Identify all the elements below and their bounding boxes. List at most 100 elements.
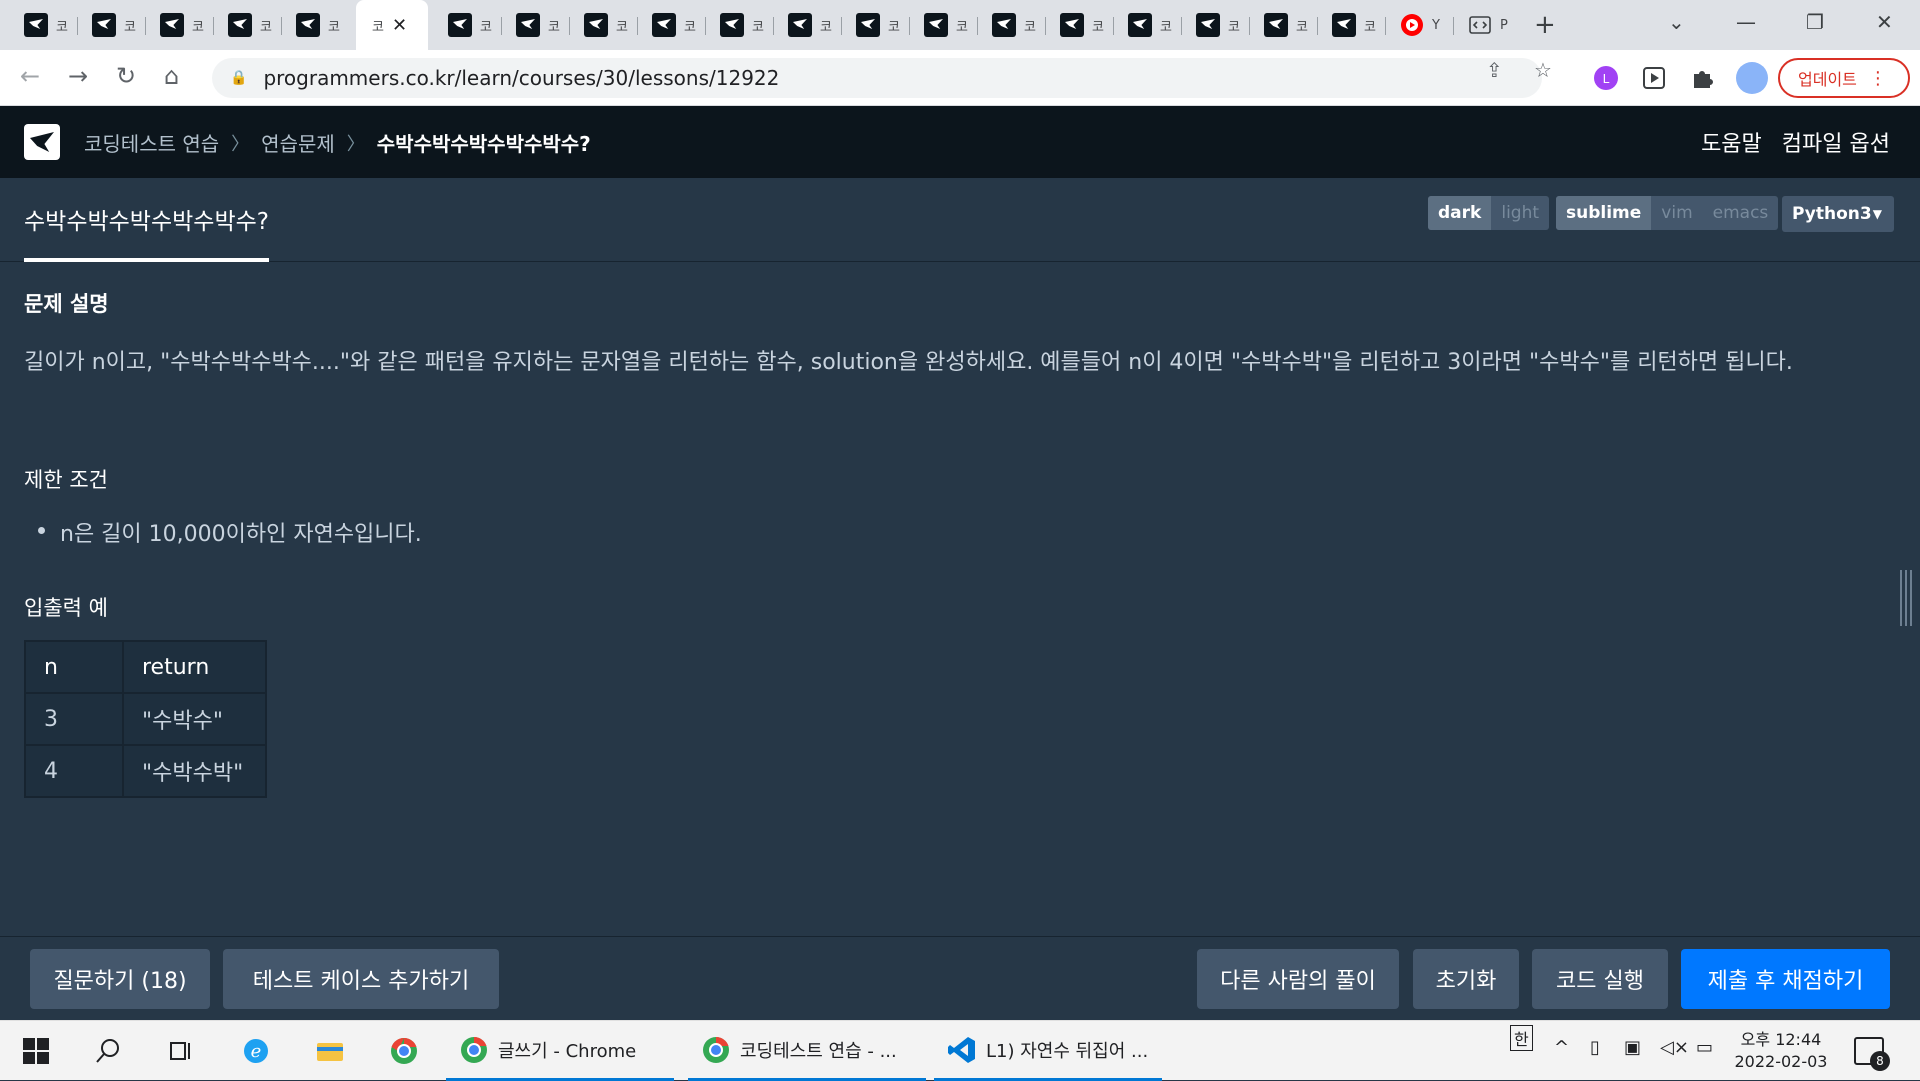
browser-tab-youtube[interactable]: Y	[1386, 8, 1454, 42]
browser-tab[interactable]: 코	[214, 8, 282, 42]
keymap-emacs-option[interactable]: emacs	[1703, 196, 1779, 230]
internet-explorer-icon[interactable]: e	[240, 1035, 272, 1067]
others-solutions-button[interactable]: 다른 사람의 풀이	[1197, 949, 1399, 1009]
media-extension-icon[interactable]	[1640, 64, 1668, 92]
chrome-update-button[interactable]: 업데이트 ⋮	[1778, 58, 1910, 98]
address-bar[interactable]: 🔒 programmers.co.kr/learn/courses/30/les…	[212, 58, 1542, 98]
breadcrumb: 코딩테스트 연습 〉 연습문제 〉 수박수박수박수박수박수?	[84, 128, 591, 157]
ask-question-button[interactable]: 질문하기 (18)	[30, 949, 210, 1009]
tray-network-icon[interactable]: ▣	[1624, 1037, 1641, 1058]
speaker-muted-icon[interactable]: ◁×	[1660, 1037, 1689, 1058]
browser-tab[interactable]: 코	[282, 8, 350, 42]
close-tab-icon[interactable]: ✕	[392, 15, 407, 36]
puzzle-extensions-icon[interactable]	[1688, 64, 1716, 92]
browser-tab[interactable]: 코	[842, 8, 910, 42]
ime-indicator[interactable]: 한	[1510, 1025, 1533, 1051]
restore-window-icon[interactable]: ❐	[1806, 10, 1824, 34]
taskbar-clock[interactable]: 오후 12:44 2022-02-03	[1726, 1029, 1836, 1073]
browser-tab-code[interactable]: P	[1454, 8, 1522, 42]
table-header-row: n return	[24, 640, 267, 694]
tab-search-chevron-icon[interactable]: ⌄	[1668, 10, 1685, 34]
browser-tab[interactable]: 코	[502, 8, 570, 42]
theme-light-option[interactable]: light	[1491, 196, 1549, 230]
table-row: 3 "수박수"	[24, 692, 267, 746]
browser-tab-active[interactable]: 코 ✕	[356, 0, 428, 50]
notification-center-icon[interactable]: 8	[1854, 1037, 1890, 1071]
chrome-icon	[703, 1036, 729, 1063]
chrome-profile-icon[interactable]	[388, 1035, 420, 1067]
windows-start-icon[interactable]	[20, 1035, 52, 1067]
breadcrumb-item-coding-test[interactable]: 코딩테스트 연습	[84, 128, 219, 157]
share-icon[interactable]: ⇪	[1486, 58, 1503, 82]
taskbar-app-vscode[interactable]: L1) 자연수 뒤집어 ...	[934, 1021, 1162, 1081]
browser-tab[interactable]: 코	[10, 8, 78, 42]
browser-tab[interactable]: 코	[570, 8, 638, 42]
home-icon[interactable]: ⌂	[164, 62, 179, 90]
keymap-vim-option[interactable]: vim	[1651, 196, 1702, 230]
constraints-heading: 제한 조건	[24, 468, 108, 492]
chevron-right-icon: 〉	[346, 133, 365, 155]
programmers-favicon-icon	[856, 13, 880, 37]
help-link[interactable]: 도움말	[1701, 126, 1762, 158]
panel-resize-handle[interactable]	[1900, 570, 1912, 626]
browser-tab[interactable]: 코	[78, 8, 146, 42]
browser-tab[interactable]: 코	[434, 8, 502, 42]
add-testcase-button[interactable]: 테스트 케이스 추가하기	[223, 949, 499, 1009]
forward-arrow-icon[interactable]: →	[68, 62, 88, 90]
programmers-favicon-icon	[720, 13, 744, 37]
clock-time: 오후 12:44	[1740, 1030, 1822, 1049]
browser-tab[interactable]: 코	[910, 8, 978, 42]
browser-tab[interactable]: 코	[978, 8, 1046, 42]
browser-tab[interactable]: 코	[1182, 8, 1250, 42]
address-url[interactable]: programmers.co.kr/learn/courses/30/lesso…	[263, 66, 779, 90]
table-header-cell: return	[122, 640, 267, 694]
back-arrow-icon[interactable]: ←	[20, 62, 40, 90]
tray-device-icon[interactable]: ▯	[1590, 1037, 1600, 1058]
table-cell: 4	[24, 744, 124, 798]
taskbar-app-chrome-writing[interactable]: 글쓰기 - Chrome	[446, 1021, 674, 1081]
browser-tab[interactable]: 코	[774, 8, 842, 42]
tray-chevron-up-icon[interactable]: ^	[1554, 1037, 1569, 1058]
browser-tab[interactable]: 코	[146, 8, 214, 42]
programmers-favicon-icon	[516, 13, 540, 37]
minimize-window-icon[interactable]: —	[1736, 10, 1756, 34]
file-explorer-icon[interactable]	[314, 1035, 346, 1067]
reload-icon[interactable]: ↻	[116, 62, 136, 90]
theme-toggle: dark light	[1428, 196, 1550, 230]
browser-tab-strip: 코 코 코 코 코 코 ✕ 코 코 코 코 코 코 코 코 코 코 코 코 코 코…	[0, 0, 1920, 50]
keymap-sublime-option[interactable]: sublime	[1556, 196, 1652, 230]
notification-count-badge: 8	[1870, 1051, 1890, 1071]
browser-tab[interactable]: 코	[1046, 8, 1114, 42]
breadcrumb-item-practice[interactable]: 연습문제	[261, 128, 335, 157]
svg-text:L: L	[1603, 72, 1610, 86]
browser-tab[interactable]: 코	[1114, 8, 1182, 42]
search-icon[interactable]	[92, 1035, 124, 1067]
lesson-title-tab[interactable]: 수박수박수박수박수박수?	[24, 202, 269, 262]
task-view-icon[interactable]	[164, 1035, 196, 1067]
submit-button[interactable]: 제출 후 채점하기	[1681, 949, 1890, 1009]
browser-tab[interactable]: 코	[1250, 8, 1318, 42]
keymap-toggle: sublime vim emacs	[1556, 196, 1779, 230]
reset-button[interactable]: 초기화	[1413, 949, 1519, 1009]
profile-avatar[interactable]	[1736, 62, 1768, 94]
battery-icon[interactable]: ▭	[1696, 1037, 1713, 1058]
run-code-button[interactable]: 코드 실행	[1532, 949, 1668, 1009]
extension-purple-icon[interactable]: L	[1592, 64, 1620, 92]
theme-dark-option[interactable]: dark	[1428, 196, 1492, 230]
taskbar-app-chrome-coding[interactable]: 코딩테스트 연습 - ...	[688, 1021, 926, 1081]
programmers-favicon-icon	[924, 13, 948, 37]
browser-tab[interactable]: 코	[706, 8, 774, 42]
compile-options-link[interactable]: 컴파일 옵션	[1782, 126, 1890, 158]
programmers-favicon-icon	[1332, 13, 1356, 37]
browser-tab[interactable]: 코	[638, 8, 706, 42]
bookmark-star-icon[interactable]: ☆	[1534, 58, 1552, 82]
programmers-logo-icon[interactable]	[24, 124, 60, 160]
programmers-favicon-icon	[1128, 13, 1152, 37]
language-select[interactable]: Python3 ▼	[1782, 196, 1894, 232]
programmers-favicon-icon	[92, 13, 116, 37]
lock-icon: 🔒	[230, 70, 248, 86]
new-tab-button[interactable]: +	[1534, 10, 1556, 40]
browser-tab[interactable]: 코	[1318, 8, 1386, 42]
lesson-bar: 수박수박수박수박수박수? dark light sublime vim emac…	[0, 178, 1920, 262]
close-window-icon[interactable]: ✕	[1876, 10, 1893, 34]
